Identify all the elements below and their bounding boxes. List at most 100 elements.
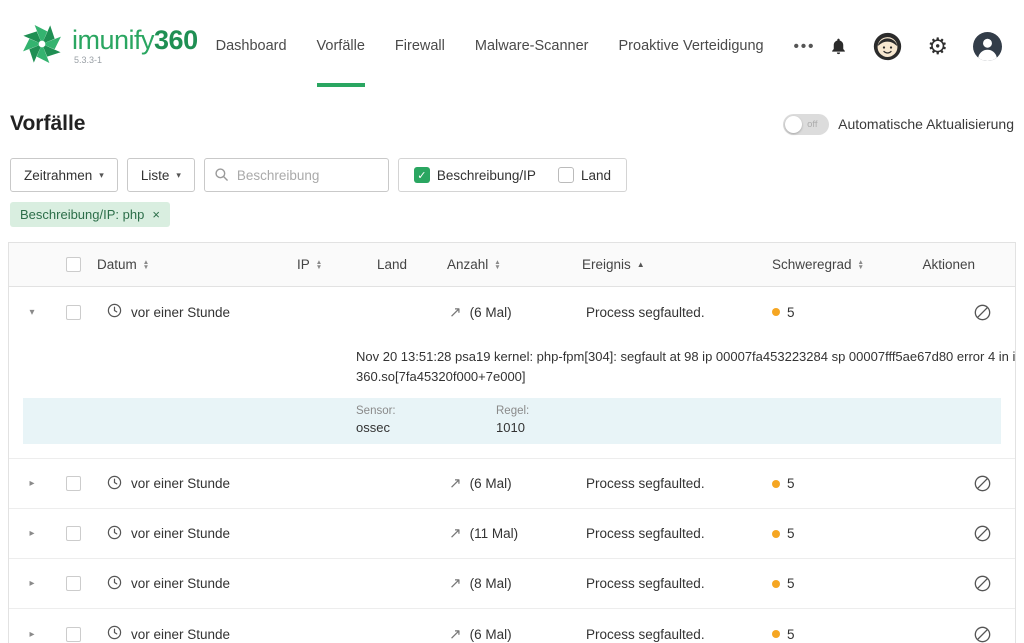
nav-vorfaelle[interactable]: Vorfälle [317, 0, 365, 92]
checkbox-beschreibung-ip[interactable]: ✓ Beschreibung/IP [414, 167, 536, 183]
block-action-icon[interactable] [974, 525, 991, 542]
list-dropdown[interactable]: Liste ▾ [127, 158, 195, 192]
block-action-icon[interactable] [974, 304, 991, 321]
clock-icon [107, 303, 122, 321]
incidents-table: Datum ▲▼ IP ▲▼ Land Anzahl ▲▼ Ereignis ▲… [8, 242, 1016, 643]
incident-row: ▾ vor einer Stunde ↗ (6 Mal) Process seg… [9, 287, 1015, 337]
incident-event: Process segfaulted. [576, 627, 766, 642]
nav-firewall[interactable]: Firewall [395, 0, 445, 92]
incident-date: vor einer Stunde [131, 576, 230, 591]
imunify-logo-icon [22, 24, 62, 69]
chevron-down-icon: ▾ [176, 170, 181, 181]
clock-icon [107, 575, 122, 593]
incident-date: vor einer Stunde [131, 627, 230, 642]
support-chat-icon[interactable] [873, 32, 902, 61]
sort-icon: ▲▼ [858, 260, 864, 270]
settings-gear-icon[interactable]: ⚙ [927, 35, 948, 58]
severity-dot [772, 480, 780, 488]
nav-proaktive-verteidigung[interactable]: Proaktive Verteidigung [619, 0, 764, 92]
search-input[interactable] [204, 158, 389, 192]
brand-name: imunify [72, 27, 154, 54]
column-header-land: Land [371, 257, 441, 272]
page-head: Vorfälle off Automatische Aktualisierung [0, 92, 1024, 158]
incident-count: (8 Mal) [470, 576, 512, 591]
select-all-checkbox[interactable] [66, 257, 81, 272]
checkbox-land[interactable]: Land [558, 167, 611, 183]
incident-count: (11 Mal) [470, 526, 519, 541]
incident-count: (6 Mal) [470, 476, 512, 491]
clock-icon [107, 525, 122, 543]
table-header-row: Datum ▲▼ IP ▲▼ Land Anzahl ▲▼ Ereignis ▲… [9, 243, 1015, 287]
auto-refresh-control: off Automatische Aktualisierung [783, 114, 1014, 135]
brand-suffix: 360 [154, 27, 198, 54]
block-action-icon[interactable] [974, 475, 991, 492]
search-scope-box: ✓ Beschreibung/IP Land [398, 158, 627, 192]
auto-refresh-toggle[interactable]: off [783, 114, 829, 135]
expand-row-icon[interactable]: ▸ [29, 629, 34, 640]
incident-row: ▸ vor einer Stunde ↗ (8 Mal) Process seg… [9, 559, 1015, 609]
incident-date: vor einer Stunde [131, 476, 230, 491]
trend-arrow-icon: ↗ [449, 526, 462, 541]
nav-dashboard[interactable]: Dashboard [216, 0, 287, 92]
severity-dot [772, 308, 780, 316]
block-action-icon[interactable] [974, 626, 991, 643]
sort-asc-icon: ▲ [637, 260, 645, 269]
checkbox-checked-icon[interactable]: ✓ [414, 167, 430, 183]
auto-refresh-label: Automatische Aktualisierung [838, 116, 1014, 132]
severity-value: 5 [787, 476, 795, 491]
checkbox-unchecked-icon[interactable] [558, 167, 574, 183]
incident-event: Process segfaulted. [576, 526, 766, 541]
incident-meta-panel: Sensor: ossec Regel: 1010 [23, 398, 1001, 444]
row-checkbox[interactable] [66, 476, 81, 491]
user-avatar[interactable] [973, 32, 1002, 61]
column-header-anzahl[interactable]: Anzahl ▲▼ [441, 257, 576, 272]
severity-value: 5 [787, 627, 795, 642]
list-label: Liste [141, 168, 170, 183]
incident-event: Process segfaulted. [576, 305, 766, 320]
rule-value: 1010 [496, 420, 636, 435]
trend-arrow-icon: ↗ [449, 305, 462, 320]
severity-value: 5 [787, 305, 795, 320]
nav-malware-scanner[interactable]: Malware-Scanner [475, 0, 589, 92]
column-header-schweregrad[interactable]: Schweregrad ▲▼ [766, 257, 881, 272]
search-wrap [204, 158, 389, 192]
brand-version: 5.3.3-1 [72, 56, 198, 65]
brand[interactable]: imunify 360 5.3.3-1 [22, 24, 198, 69]
sensor-value: ossec [356, 420, 496, 435]
trend-arrow-icon: ↗ [449, 476, 462, 491]
collapse-row-icon[interactable]: ▾ [29, 307, 34, 318]
column-header-ip[interactable]: IP ▲▼ [291, 257, 371, 272]
column-header-datum[interactable]: Datum ▲▼ [91, 257, 291, 272]
nav-menu: Dashboard Vorfälle Firewall Malware-Scan… [216, 0, 816, 92]
column-header-aktionen: Aktionen [881, 257, 1015, 272]
checkbox-land-label: Land [581, 168, 611, 183]
row-checkbox[interactable] [66, 576, 81, 591]
expand-row-icon[interactable]: ▸ [29, 578, 34, 589]
sort-icon: ▲▼ [316, 260, 322, 270]
expand-row-icon[interactable]: ▸ [29, 478, 34, 489]
notifications-bell-icon[interactable] [829, 36, 848, 57]
incident-row: ▸ vor einer Stunde ↗ (11 Mal) Process se… [9, 509, 1015, 559]
chip-close-icon[interactable]: × [152, 207, 160, 222]
search-icon [214, 167, 229, 187]
nav-more-menu[interactable]: ••• [794, 0, 816, 92]
row-checkbox[interactable] [66, 526, 81, 541]
checkbox-beschreibung-ip-label: Beschreibung/IP [437, 168, 536, 183]
clock-icon [107, 475, 122, 493]
row-checkbox[interactable] [66, 627, 81, 642]
timeframe-label: Zeitrahmen [24, 168, 92, 183]
row-checkbox[interactable] [66, 305, 81, 320]
sort-icon: ▲▼ [143, 260, 149, 270]
timeframe-dropdown[interactable]: Zeitrahmen ▾ [10, 158, 118, 192]
column-header-ereignis[interactable]: Ereignis ▲ [576, 257, 766, 272]
toggle-state-label: off [807, 119, 817, 130]
block-action-icon[interactable] [974, 575, 991, 592]
trend-arrow-icon: ↗ [449, 627, 462, 642]
severity-dot [772, 530, 780, 538]
incident-count: (6 Mal) [470, 627, 512, 642]
incident-count: (6 Mal) [470, 305, 512, 320]
incident-detail: Nov 20 13:51:28 psa19 kernel: php-fpm[30… [9, 337, 1015, 459]
expand-row-icon[interactable]: ▸ [29, 528, 34, 539]
incident-event: Process segfaulted. [576, 576, 766, 591]
severity-dot [772, 580, 780, 588]
